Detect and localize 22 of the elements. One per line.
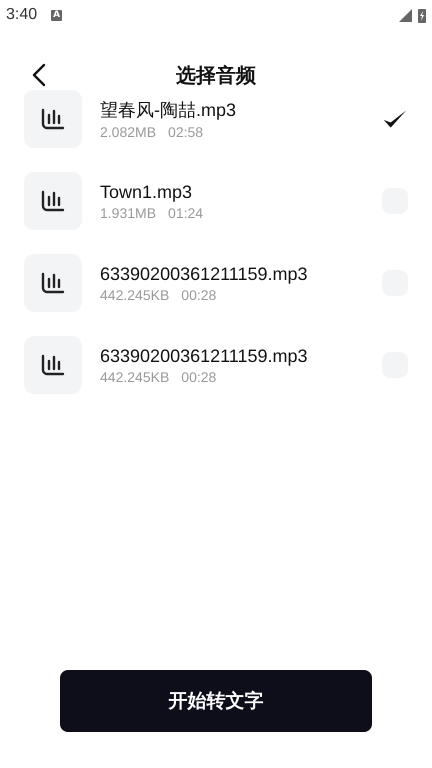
notification-icon: A [51, 10, 62, 20]
file-duration: 02:58 [168, 124, 204, 140]
file-name: 63390200361211159.mp3 [100, 346, 309, 366]
start-transcribe-button[interactable]: 开始转文字 [60, 670, 372, 732]
status-time: 3:40 [6, 6, 38, 24]
battery-icon [418, 8, 426, 22]
file-duration: 01:24 [168, 204, 204, 220]
file-size: 2.082MB [100, 124, 156, 140]
file-size: 442.245KB [100, 286, 170, 302]
file-size: 442.245KB [100, 368, 170, 384]
audio-bars-icon [40, 270, 66, 296]
audio-bars-icon [40, 106, 66, 132]
audio-bars-icon [40, 188, 66, 214]
file-size: 1.931MB [100, 204, 156, 220]
file-duration: 00:28 [181, 368, 216, 384]
audio-bars-icon [40, 352, 66, 378]
file-duration: 00:28 [181, 286, 216, 302]
page-title: 选择音频 [176, 62, 256, 88]
signal-icon [399, 8, 412, 22]
file-name: 望春风-陶喆.mp3 [100, 99, 238, 122]
file-name: 63390200361211159.mp3 [100, 264, 309, 284]
file-name: Town1.mp3 [100, 182, 194, 202]
